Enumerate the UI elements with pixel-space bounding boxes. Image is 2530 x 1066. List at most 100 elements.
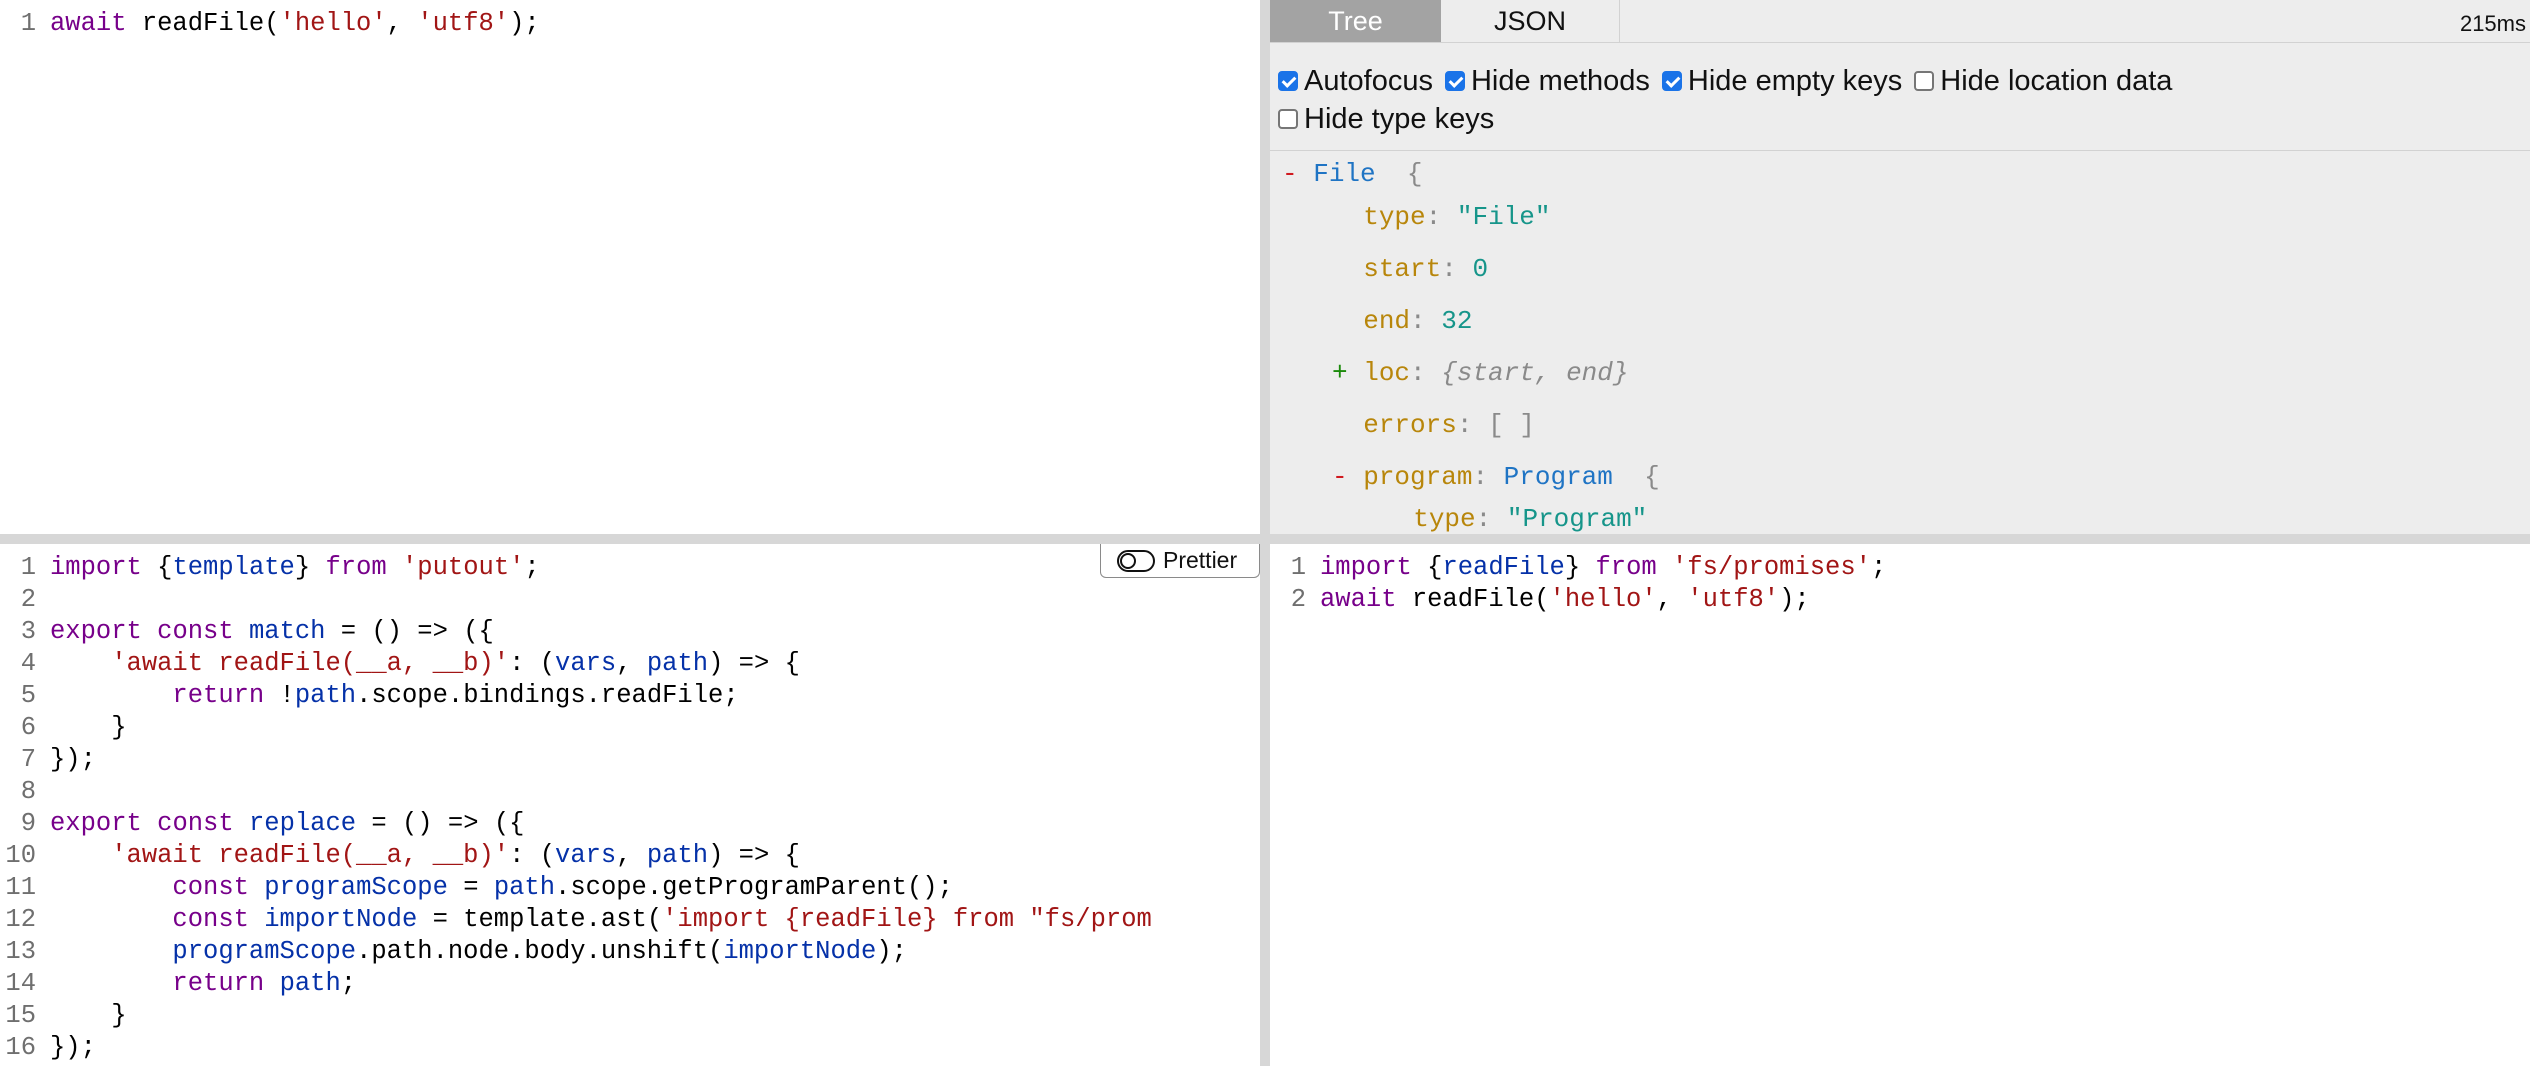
transform-editor-pane[interactable]: 1 import {template} from 'putout'; 2 3 expor… (0, 544, 1260, 1066)
code-token: path (294, 681, 357, 710)
code-token: , (616, 841, 647, 870)
collapse-icon[interactable]: - (1282, 159, 1313, 189)
code-token: } (1564, 553, 1596, 582)
source-code-editor[interactable]: 1 await readFile('hello', 'utf8'); (0, 8, 1260, 534)
code-token: ; (340, 969, 357, 998)
code-token: .scope.getProgramParent(); (555, 873, 953, 902)
ast-colon: : (1475, 504, 1507, 534)
line-number: 10 (5, 841, 36, 870)
ast-node[interactable]: type: "Program" (1382, 502, 1647, 534)
code-token: await (1320, 585, 1397, 614)
vertical-splitter[interactable] (1260, 0, 1270, 1066)
code-line: 1 await readFile('hello', 'utf8'); (0, 8, 1260, 40)
code-token: 'await readFile(__a, __b)' (111, 841, 510, 870)
transform-code-editor[interactable]: 1 import {template} from 'putout'; 2 3 expor… (0, 552, 1260, 1066)
line-code: } (36, 712, 126, 744)
ast-brace: { (1612, 462, 1660, 492)
code-token: vars (555, 649, 617, 678)
code-line: 8 (0, 776, 1260, 808)
source-editor-pane[interactable]: 1 await readFile('hello', 'utf8'); (0, 0, 1260, 534)
ast-colon: : (1425, 202, 1457, 232)
option-label: Autofocus (1304, 64, 1433, 97)
collapse-icon[interactable]: - (1332, 462, 1363, 492)
code-token: importNode (264, 905, 418, 934)
option-hide-type-keys[interactable]: Hide type keys (1278, 100, 1494, 138)
line-code: import {readFile} from 'fs/promises'; (1306, 552, 1886, 584)
expand-icon[interactable]: + (1332, 358, 1363, 388)
code-token: path (279, 969, 341, 998)
code-token: const (172, 873, 249, 902)
code-token: 'hello' (279, 9, 387, 38)
code-token: match (248, 617, 326, 646)
option-hide-empty-keys[interactable]: Hide empty keys (1661, 62, 1903, 100)
code-token: const (157, 809, 234, 838)
code-token: , (386, 9, 418, 38)
code-line: 12 const importNode = template.ast('impo… (0, 904, 1260, 936)
ast-node[interactable]: + loc: {start, end} (1332, 356, 1628, 390)
toggle-spacer (1332, 254, 1363, 284)
line-code: await readFile('hello', 'utf8'); (36, 8, 540, 40)
toggle-switch-icon[interactable] (1117, 549, 1155, 572)
code-token: ); (1779, 585, 1810, 614)
code-line: 3 export const match = () => ({ (0, 616, 1260, 648)
code-token: ) => { (708, 649, 800, 678)
code-line: 9 export const replace = () => ({ (0, 808, 1260, 840)
checkbox[interactable] (1661, 71, 1682, 91)
checkbox[interactable] (1278, 71, 1298, 91)
ast-key: type (1363, 202, 1426, 232)
toggle-spacer (1382, 504, 1413, 534)
ast-colon: : (1472, 462, 1504, 492)
output-editor-pane[interactable]: 1 import {readFile} from 'fs/promises'; 2 a… (1270, 544, 2530, 1066)
ast-key: program (1363, 462, 1473, 492)
prettier-toggle[interactable]: Prettier (1100, 544, 1260, 578)
code-token: { (1411, 553, 1443, 582)
code-line: 11 const programScope = path.scope.getPr… (0, 872, 1260, 904)
ast-node[interactable]: end: 32 (1332, 304, 1472, 338)
toggle-spacer (1332, 202, 1363, 232)
ast-colon: : (1441, 254, 1473, 284)
code-token: const (172, 905, 249, 934)
code-token: ; (524, 553, 540, 582)
option-label: Hide location data (1940, 64, 2173, 97)
line-number: 5 (20, 681, 36, 710)
ast-node[interactable]: - File { (1282, 157, 1422, 191)
option-hide-methods[interactable]: Hide methods (1444, 62, 1650, 100)
option-hide-location-data[interactable]: Hide location data (1914, 62, 2172, 100)
code-line: 13 programScope.path.node.body.unshift(i… (0, 936, 1260, 968)
code-token: programScope (172, 937, 357, 966)
horizontal-splitter[interactable] (0, 534, 2530, 544)
line-number: 1 (20, 9, 36, 38)
code-token: .path.node.body.unshift( (356, 937, 724, 966)
code-token: ) => { (708, 841, 800, 870)
tab-json[interactable]: JSON (1441, 0, 1620, 42)
code-token: 'hello' (1549, 585, 1657, 614)
ast-node[interactable]: errors: [ ] (1332, 408, 1535, 442)
line-number: 9 (20, 809, 36, 838)
code-token: { (141, 553, 173, 582)
ast-tree[interactable]: - File { type: "File" start: 0 end: 32 + … (1270, 157, 2530, 534)
code-line: 5 return !path.scope.bindings.readFile; (0, 680, 1260, 712)
code-token: importNode (723, 937, 877, 966)
line-code: } (36, 1000, 126, 1032)
code-token: 'utf8' (1687, 585, 1780, 614)
checkbox[interactable] (1444, 71, 1465, 91)
option-autofocus[interactable]: Autofocus (1278, 62, 1433, 100)
option-label: Hide empty keys (1687, 64, 1903, 97)
output-code-editor[interactable]: 1 import {readFile} from 'fs/promises'; 2 a… (1270, 552, 2530, 1066)
code-token: from (1595, 553, 1657, 582)
code-line: 1 import {template} from 'putout'; (0, 552, 1260, 584)
checkbox[interactable] (1278, 109, 1298, 129)
checkbox[interactable] (1914, 71, 1935, 91)
ast-node[interactable]: start: 0 (1332, 252, 1488, 286)
ast-node[interactable]: - program: Program { (1332, 460, 1660, 494)
ast-key: errors (1363, 410, 1457, 440)
tab-tree[interactable]: Tree (1270, 0, 1441, 42)
line-number: 11 (5, 873, 36, 902)
ast-node[interactable]: type: "File" (1332, 200, 1550, 234)
